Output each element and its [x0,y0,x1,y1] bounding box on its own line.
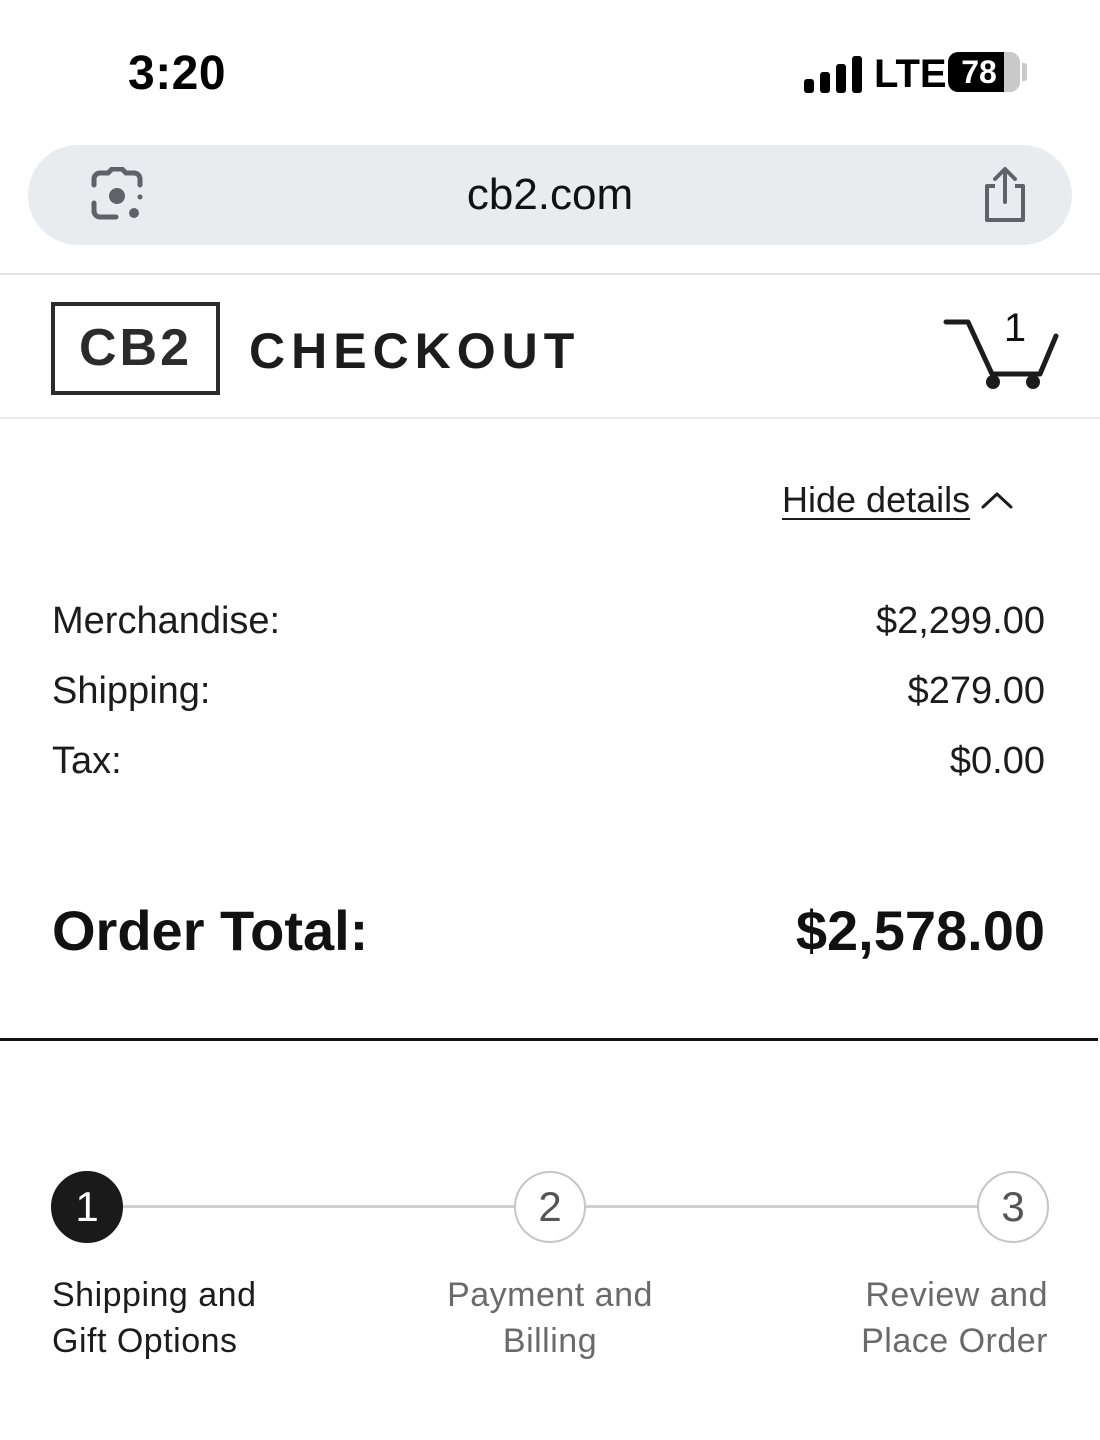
merchandise-row: Merchandise: $2,299.00 [52,600,1045,643]
shipping-value: $279.00 [907,670,1045,712]
hide-details-toggle[interactable]: Hide details [782,478,1014,522]
step-connector [122,1205,516,1208]
order-total-row: Order Total: $2,578.00 [52,898,1045,963]
step-2-label: Payment and Billing [400,1272,700,1364]
battery-icon: 78 [948,52,1020,92]
step-1-label[interactable]: Shipping and Gift Options [52,1272,352,1364]
battery-percent: 78 [961,54,997,90]
step-3-label: Review and Place Order [748,1272,1048,1364]
logo-text: CB2 [78,319,193,377]
step-1-label-line1: Shipping and [52,1276,257,1314]
step-3-label-line1: Review and [865,1276,1048,1314]
order-total-label: Order Total: [52,899,369,962]
step-connector [584,1205,978,1208]
signal-strength-icon [804,55,862,93]
hide-details-label[interactable]: Hide details [782,479,970,521]
address-bar[interactable]: cb2.com [28,145,1072,245]
step-2-label-line2: Billing [502,1322,598,1360]
cb2-logo[interactable]: CB2 [51,302,220,395]
divider [0,1038,1098,1041]
merchandise-label: Merchandise: [52,600,281,642]
chevron-up-icon[interactable] [980,489,1014,511]
merchandise-value: $2,299.00 [875,600,1045,642]
step-1-label-line2: Gift Options [52,1322,238,1360]
order-total-value: $2,578.00 [795,899,1045,962]
shipping-row: Shipping: $279.00 [52,670,1045,713]
network-type: LTE [874,52,947,96]
url-text[interactable]: cb2.com [28,145,1072,245]
tax-value: $0.00 [949,740,1045,782]
divider [0,417,1100,419]
battery-nub [1022,63,1027,81]
step-3-label-line2: Place Order [861,1322,1048,1360]
step-1-indicator[interactable]: 1 [51,1171,123,1243]
status-time: 3:20 [128,47,227,100]
step-2-label-line1: Payment and [447,1276,653,1314]
share-icon[interactable] [975,164,1035,224]
checkout-page: 3:20 LTE 78 cb2.com CB2 CHECKOUT 1 Hide … [0,0,1100,1440]
page-title: CHECKOUT [249,323,581,379]
step-3-indicator: 3 [977,1171,1049,1243]
tax-row: Tax: $0.00 [52,740,1045,783]
step-2-indicator: 2 [514,1171,586,1243]
cart-count-badge[interactable]: 1 [1000,306,1030,351]
tax-label: Tax: [52,740,122,782]
status-bar: 3:20 LTE 78 [0,0,1100,140]
shipping-label: Shipping: [52,670,211,712]
divider [0,273,1100,275]
